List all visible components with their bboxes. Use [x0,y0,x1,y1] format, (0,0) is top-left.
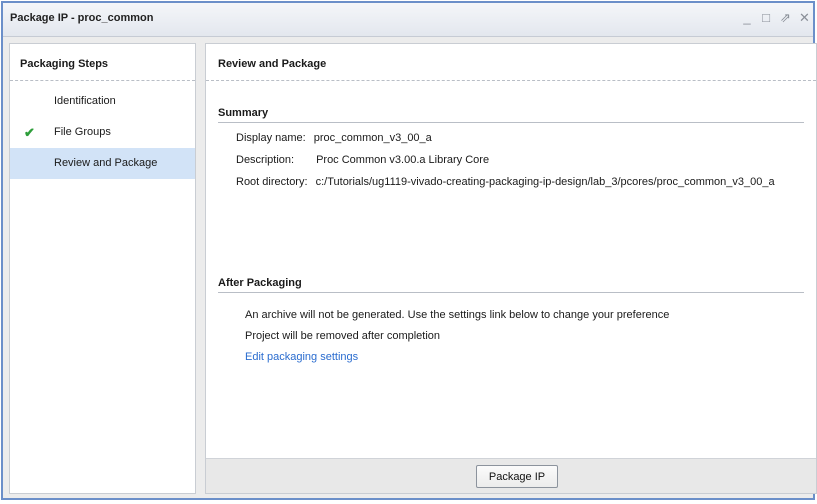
title-bar: Package IP - proc_common _ □ ⇗ ✕ [3,3,813,37]
summary-section-title: Summary [218,107,804,123]
packaging-steps-panel: Packaging Steps Identification ✔ File Gr… [9,43,196,494]
root-directory-value: c:/Tutorials/ug1119-vivado-creating-pack… [316,176,775,188]
root-directory-label: Root directory: [236,176,308,188]
after-packaging-section-title: After Packaging [218,277,804,293]
project-removal-note: Project will be removed after completion [245,330,440,342]
window-controls: _ □ ⇗ ✕ [742,11,809,25]
review-and-package-panel: Review and Package Summary Display name:… [205,43,817,494]
restore-icon[interactable]: ⇗ [780,11,790,25]
display-name-row: Display name: proc_common_v3_00_a [236,132,432,144]
package-ip-button[interactable]: Package IP [476,465,558,488]
display-name-value: proc_common_v3_00_a [314,132,432,144]
minimize-icon[interactable]: _ [742,11,752,25]
package-ip-dialog: Package IP - proc_common _ □ ⇗ ✕ Packagi… [1,1,815,500]
description-label: Description: [236,154,313,166]
step-label: Identification [54,95,116,107]
review-header: Review and Package [206,44,816,81]
window-title: Package IP - proc_common [10,12,153,24]
maximize-icon[interactable]: □ [761,11,771,25]
step-identification[interactable]: Identification [10,86,195,117]
root-directory-row: Root directory: c:/Tutorials/ug1119-viva… [236,176,775,188]
step-label: Review and Package [54,157,157,169]
step-label: File Groups [54,126,111,138]
close-icon[interactable]: ✕ [799,11,809,25]
display-name-label: Display name: [236,132,306,144]
description-value: Proc Common v3.00.a Library Core [316,154,489,166]
packaging-steps-header: Packaging Steps [10,44,195,81]
step-review-and-package[interactable]: Review and Package [10,148,195,179]
dialog-content: Packaging Steps Identification ✔ File Gr… [9,43,817,494]
checkmark-icon: ✔ [24,117,35,148]
archive-note: An archive will not be generated. Use th… [245,309,669,321]
step-file-groups[interactable]: ✔ File Groups [10,117,195,148]
dialog-footer: Package IP [206,458,816,493]
edit-packaging-settings-link[interactable]: Edit packaging settings [245,351,358,363]
description-row: Description: Proc Common v3.00.a Library… [236,154,489,166]
